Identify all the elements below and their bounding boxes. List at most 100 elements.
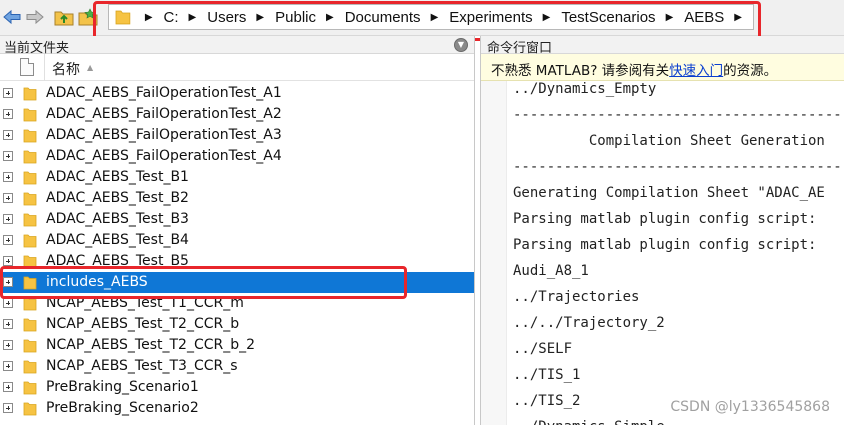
folder-name: NCAP_AEBS_Test_T2_CCR_b bbox=[46, 316, 240, 332]
command-output-line: ----------------------------------------… bbox=[513, 159, 844, 175]
expand-plus-icon[interactable] bbox=[3, 340, 13, 350]
folder-name: ADAC_AEBS_FailOperationTest_A2 bbox=[46, 106, 282, 122]
current-folder-header: 当前文件夹 ▼ bbox=[0, 36, 474, 56]
folder-name: ADAC_AEBS_FailOperationTest_A1 bbox=[46, 85, 282, 101]
folder-name: PreBraking_Scenario1 bbox=[46, 379, 199, 395]
address-bar[interactable]: ▶ C: ▶ Users ▶ Public ▶ Documents ▶ Expe… bbox=[108, 4, 754, 30]
command-window-header: 命令行窗口 bbox=[481, 36, 844, 56]
expand-plus-icon[interactable] bbox=[3, 130, 13, 140]
expand-plus-icon[interactable] bbox=[3, 172, 13, 182]
folder-list-item[interactable]: ADAC_AEBS_Test_B2 bbox=[0, 188, 474, 209]
breadcrumb-separator[interactable]: ▶ bbox=[543, 12, 551, 23]
forward-arrow-icon bbox=[26, 9, 44, 25]
command-output-line: ../../Trajectory_2 bbox=[513, 315, 665, 331]
expand-plus-icon[interactable] bbox=[3, 214, 13, 224]
folder-list-item[interactable]: ADAC_AEBS_Test_B5 bbox=[0, 251, 474, 272]
breadcrumb-separator[interactable]: ▶ bbox=[256, 12, 264, 23]
folder-name: ADAC_AEBS_Test_B3 bbox=[46, 211, 189, 227]
folder-list-item[interactable]: PreBraking_Scenario2 bbox=[0, 398, 474, 419]
folder-list-item[interactable]: ADAC_AEBS_FailOperationTest_A4 bbox=[0, 146, 474, 167]
up-folder-icon bbox=[54, 11, 74, 26]
folder-list-item[interactable]: PreBraking_Scenario1 bbox=[0, 377, 474, 398]
folder-name: ADAC_AEBS_Test_B5 bbox=[46, 253, 189, 269]
command-output-line: Compilation Sheet Generation bbox=[513, 133, 825, 149]
forward-button[interactable] bbox=[25, 7, 45, 27]
folder-icon bbox=[23, 276, 37, 290]
folder-icon bbox=[23, 192, 37, 206]
breadcrumb-separator[interactable]: ▶ bbox=[189, 12, 197, 23]
folder-list-item[interactable]: ADAC_AEBS_FailOperationTest_A1 bbox=[0, 83, 474, 104]
breadcrumb-separator[interactable]: ▶ bbox=[666, 12, 674, 23]
folder-name: ADAC_AEBS_Test_B4 bbox=[46, 232, 189, 248]
breadcrumb-experiments[interactable]: Experiments bbox=[449, 9, 532, 26]
breadcrumb-users[interactable]: Users bbox=[207, 9, 246, 26]
folder-list-item[interactable]: ADAC_AEBS_FailOperationTest_A2 bbox=[0, 104, 474, 125]
sort-ascending-icon: ▲ bbox=[87, 63, 94, 72]
expand-plus-icon[interactable] bbox=[3, 88, 13, 98]
folder-list: ADAC_AEBS_FailOperationTest_A1 ADAC_AEBS_… bbox=[0, 83, 474, 419]
folder-icon bbox=[23, 171, 37, 185]
folder-icon bbox=[23, 87, 37, 101]
breadcrumb-documents[interactable]: Documents bbox=[345, 9, 421, 26]
back-button[interactable] bbox=[2, 7, 22, 27]
up-folder-button[interactable] bbox=[54, 7, 74, 27]
breadcrumb-aebs[interactable]: AEBS bbox=[684, 9, 724, 26]
folder-name: NCAP_AEBS_Test_T1_CCR_m bbox=[46, 295, 244, 311]
current-folder-panel: 当前文件夹 ▼ 名称 ▲ ADAC_AEBS_FailOperationTest… bbox=[0, 36, 475, 425]
expand-plus-icon[interactable] bbox=[3, 361, 13, 371]
command-output-line: Audi_A8_1 bbox=[513, 263, 589, 279]
expand-plus-icon[interactable] bbox=[3, 319, 13, 329]
column-divider[interactable] bbox=[44, 54, 45, 81]
folder-icon bbox=[23, 360, 37, 374]
folder-icon bbox=[23, 255, 37, 269]
breadcrumb-separator[interactable]: ▶ bbox=[326, 12, 334, 23]
pane-menu-icon: ▼ bbox=[457, 40, 465, 49]
breadcrumb-separator[interactable]: ▶ bbox=[145, 12, 153, 23]
folder-icon bbox=[23, 234, 37, 248]
folder-name: includes_AEBS bbox=[46, 274, 148, 290]
command-output-line: ../Dynamics_Simple bbox=[513, 414, 844, 425]
command-output-line: Generating Compilation Sheet "ADAC_AE bbox=[513, 185, 825, 201]
command-output-line: ../SELF bbox=[513, 341, 573, 357]
command-output-line: ../TIS_1 bbox=[513, 367, 581, 383]
expand-plus-icon[interactable] bbox=[3, 235, 13, 245]
expand-plus-icon[interactable] bbox=[3, 403, 13, 413]
file-type-icon bbox=[20, 58, 34, 76]
expand-plus-icon[interactable] bbox=[3, 193, 13, 203]
breadcrumb-separator[interactable]: ▶ bbox=[431, 12, 439, 23]
breadcrumb-testscenarios[interactable]: TestScenarios bbox=[561, 9, 655, 26]
column-header: 名称 ▲ bbox=[0, 54, 474, 81]
expand-plus-icon[interactable] bbox=[3, 298, 13, 308]
expand-plus-icon[interactable] bbox=[3, 382, 13, 392]
command-output-line: Parsing matlab plugin config script: bbox=[513, 211, 817, 227]
folder-icon bbox=[23, 213, 37, 227]
folder-list-item[interactable]: ADAC_AEBS_Test_B1 bbox=[0, 167, 474, 188]
pane-menu-button[interactable]: ▼ bbox=[454, 38, 468, 52]
expand-plus-icon[interactable] bbox=[3, 277, 13, 287]
folder-icon bbox=[23, 150, 37, 164]
folder-list-item[interactable]: includes_AEBS bbox=[0, 272, 474, 293]
folder-list-item[interactable]: ADAC_AEBS_Test_B4 bbox=[0, 230, 474, 251]
browse-folder-button[interactable] bbox=[78, 7, 98, 27]
expand-plus-icon[interactable] bbox=[3, 256, 13, 266]
expand-plus-icon[interactable] bbox=[3, 151, 13, 161]
folder-name: ADAC_AEBS_FailOperationTest_A3 bbox=[46, 127, 282, 143]
breadcrumb-public[interactable]: Public bbox=[275, 9, 316, 26]
folder-list-item[interactable]: NCAP_AEBS_Test_T2_CCR_b_2 bbox=[0, 335, 474, 356]
folder-list-item[interactable]: NCAP_AEBS_Test_T2_CCR_b bbox=[0, 314, 474, 335]
expand-plus-icon[interactable] bbox=[3, 109, 13, 119]
folder-list-item[interactable]: NCAP_AEBS_Test_T1_CCR_m bbox=[0, 293, 474, 314]
folder-list-item[interactable]: NCAP_AEBS_Test_T3_CCR_s bbox=[0, 356, 474, 377]
folder-name: NCAP_AEBS_Test_T2_CCR_b_2 bbox=[46, 337, 256, 353]
command-gutter bbox=[481, 81, 507, 425]
breadcrumb-separator[interactable]: ▶ bbox=[734, 12, 742, 23]
folder-list-item[interactable]: ADAC_AEBS_Test_B3 bbox=[0, 209, 474, 230]
folder-name: ADAC_AEBS_FailOperationTest_A4 bbox=[46, 148, 282, 164]
command-output-line: Parsing matlab plugin config script: bbox=[513, 237, 817, 253]
folder-icon bbox=[23, 297, 37, 311]
folder-name: PreBraking_Scenario2 bbox=[46, 400, 199, 416]
name-column-header[interactable]: 名称 bbox=[52, 59, 80, 79]
command-output[interactable]: ../Dynamics_Empty -----------------------… bbox=[513, 76, 844, 425]
folder-list-item[interactable]: ADAC_AEBS_FailOperationTest_A3 bbox=[0, 125, 474, 146]
breadcrumb-drive[interactable]: C: bbox=[164, 9, 179, 26]
